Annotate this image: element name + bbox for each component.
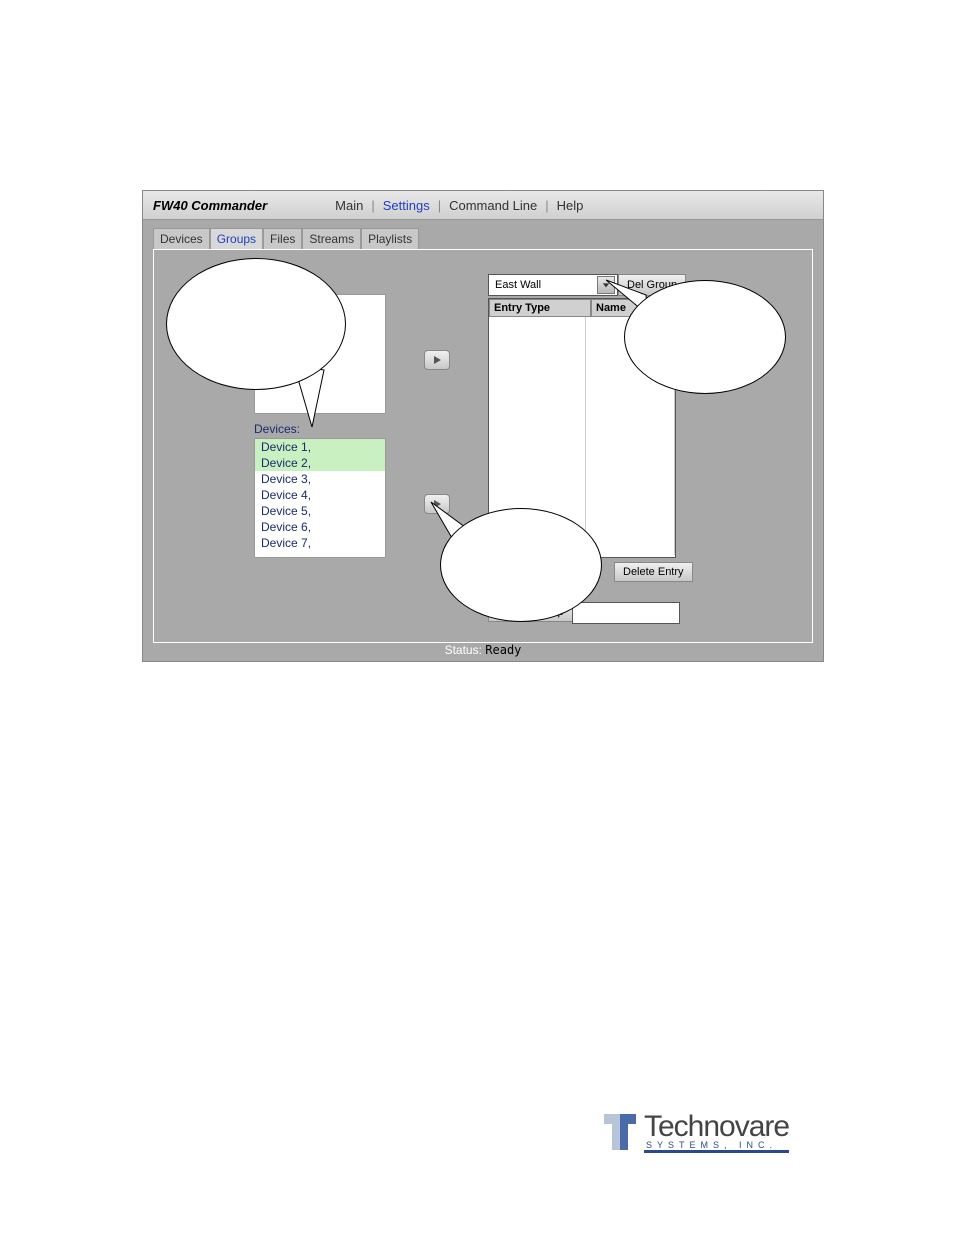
menu-settings[interactable]: Settings — [375, 198, 438, 213]
callout-bubble — [440, 508, 602, 622]
devices-listbox[interactable]: Device 1, Device 2, Device 3, Device 4, … — [254, 438, 386, 558]
main-menu: Main | Settings | Command Line | Help — [327, 198, 591, 213]
content-panel: Devices: Device 1, Device 2, Device 3, D… — [153, 249, 813, 643]
callout-bubble — [624, 280, 786, 394]
new-group-input[interactable] — [572, 602, 680, 624]
tab-streams[interactable]: Streams — [302, 228, 361, 249]
status-bar: Status: Ready — [143, 643, 823, 657]
delete-entry-button[interactable]: Delete Entry — [614, 562, 693, 582]
list-item[interactable]: Device 7, — [255, 535, 385, 551]
logo-text: Technovare SYSTEMS, INC. — [644, 1112, 789, 1153]
tab-playlists[interactable]: Playlists — [361, 228, 419, 249]
company-logo: Technovare SYSTEMS, INC. — [600, 1110, 850, 1154]
list-item[interactable]: Device 3, — [255, 471, 385, 487]
status-label: Status: — [445, 643, 482, 657]
menu-command-line[interactable]: Command Line — [441, 198, 545, 213]
col-entry-type[interactable]: Entry Type — [489, 299, 591, 317]
logo-main-text: Technovare — [644, 1112, 789, 1142]
menu-help[interactable]: Help — [549, 198, 592, 213]
tab-devices[interactable]: Devices — [153, 228, 210, 249]
list-item[interactable]: Device 6, — [255, 519, 385, 535]
menu-main[interactable]: Main — [327, 198, 371, 213]
app-title: FW40 Commander — [153, 198, 267, 213]
arrow-right-icon — [432, 355, 442, 365]
list-item[interactable]: Device 4, — [255, 487, 385, 503]
logo-sub-text: SYSTEMS, INC. — [646, 1140, 789, 1150]
subtabs: Devices Groups Files Streams Playlists — [143, 220, 823, 249]
group-select[interactable]: East Wall — [488, 274, 618, 296]
logo-mark-icon — [600, 1110, 640, 1154]
callout-bubble — [166, 258, 346, 390]
group-select-value: East Wall — [495, 279, 541, 291]
tab-files[interactable]: Files — [263, 228, 302, 249]
tab-groups[interactable]: Groups — [210, 228, 263, 249]
list-item[interactable]: Device 5, — [255, 503, 385, 519]
app-window: FW40 Commander Main | Settings | Command… — [142, 190, 824, 662]
status-value: Ready — [485, 643, 521, 657]
list-item[interactable]: Device 2, — [255, 455, 385, 471]
add-group-arrow-button[interactable] — [424, 350, 450, 370]
title-bar: FW40 Commander Main | Settings | Command… — [143, 191, 823, 220]
